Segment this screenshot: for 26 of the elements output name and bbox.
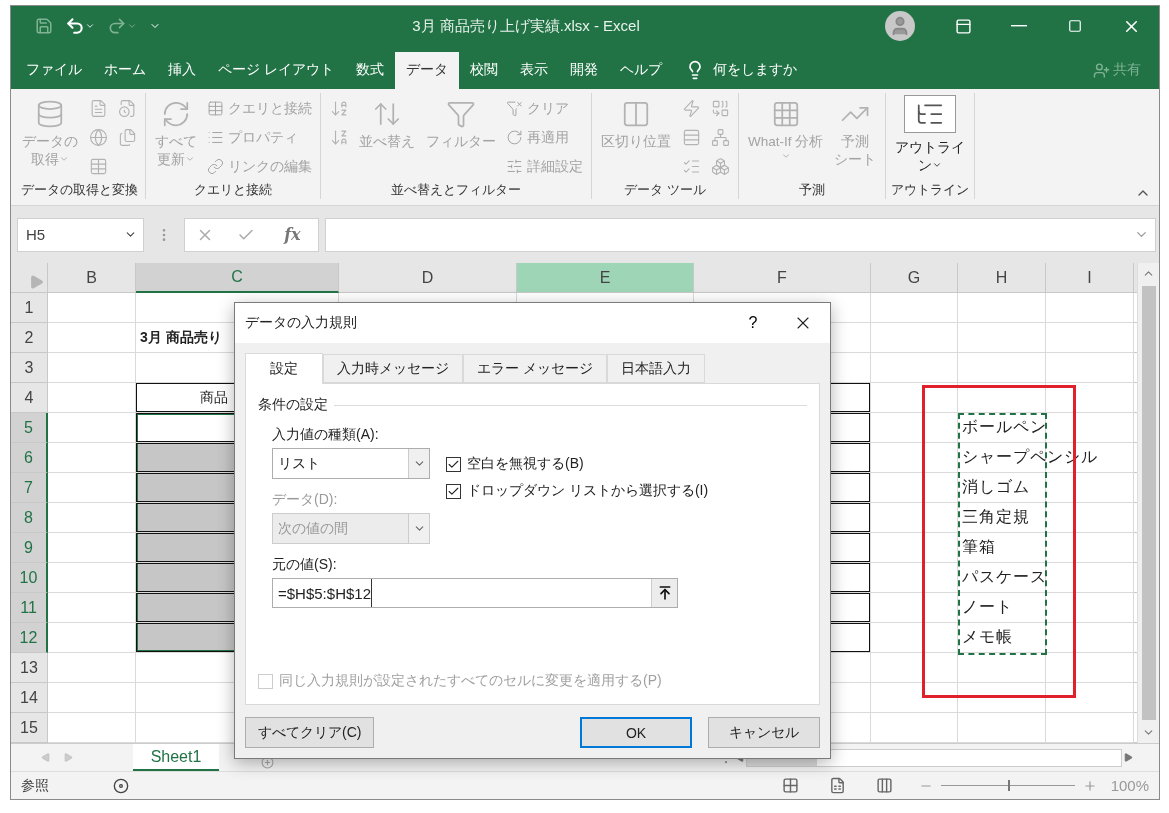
cell-text: 消しゴム xyxy=(962,477,1030,498)
placeholder-text: 何をしますか xyxy=(712,61,797,80)
dialog-title: データの入力規則 xyxy=(245,314,358,332)
checkbox-label: ドロップダウン リストから選択する(I) xyxy=(467,482,709,500)
cell-text: 3月 商品売り xyxy=(140,328,222,347)
group-title: 条件の設定 xyxy=(258,396,328,414)
field-label: 入力値の種類(A): xyxy=(272,426,380,444)
group-label: 並べ替えとフィルター xyxy=(390,180,522,199)
group-label: アウトライン xyxy=(891,180,970,199)
cell-text: ボールペン xyxy=(962,417,1047,438)
cell-text: メモ帳 xyxy=(962,627,1013,648)
cell-text: 商品 xyxy=(200,388,228,407)
status-mode: 参照 xyxy=(21,776,49,795)
group-label: データの取得と変換 xyxy=(19,180,139,199)
group-label: 予測 xyxy=(798,180,827,199)
cell-text: パスケース xyxy=(962,567,1047,588)
cell-text: ノート xyxy=(962,597,1013,618)
checkbox-label: 同じ入力規則が設定されたすべてのセルに変更を適用する(P) xyxy=(279,672,662,690)
cell-text: 三角定規 xyxy=(962,507,1030,528)
cell-text: 筆箱 xyxy=(962,537,996,558)
window-title: 3月 商品売り上げ実績.xlsx - Excel xyxy=(411,16,641,36)
field-label: 元の値(S): xyxy=(272,556,338,574)
field-label: データ(D): xyxy=(272,491,339,509)
group-label: データ ツール xyxy=(623,180,707,199)
checkbox-label: 空白を無視する(B) xyxy=(467,455,584,473)
group-label: クエリと接続 xyxy=(193,180,273,199)
